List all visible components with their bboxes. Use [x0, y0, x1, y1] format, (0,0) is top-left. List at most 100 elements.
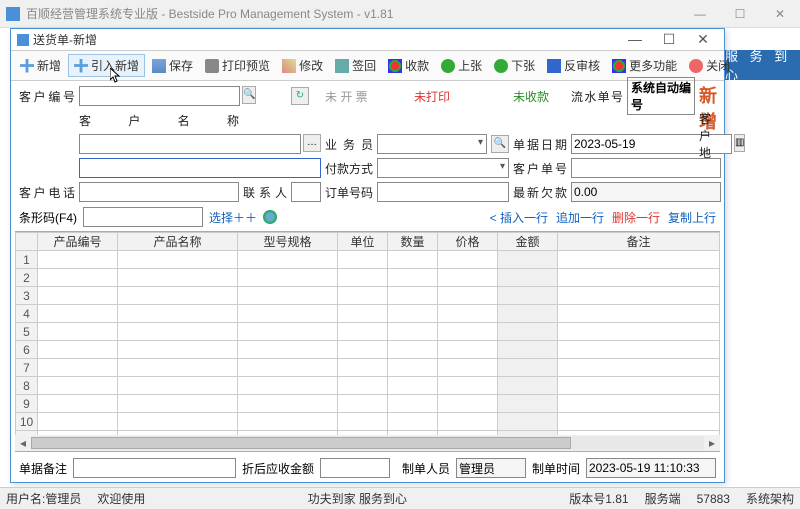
row-number: 10	[16, 413, 38, 431]
close-icon	[689, 59, 703, 73]
scroll-right-icon[interactable]: ▸	[704, 436, 720, 450]
import-icon	[74, 59, 88, 73]
more-button[interactable]: 更多功能	[607, 55, 682, 76]
label-pay-method: 付款方式	[325, 160, 373, 177]
status-user: 用户名:管理员	[6, 490, 81, 507]
cust-tel-input[interactable]	[79, 182, 239, 202]
maker-value	[456, 458, 526, 478]
maketime-value	[586, 458, 716, 478]
pay-method-combo[interactable]	[377, 158, 509, 178]
grid-wrap: 产品编号 产品名称 型号规格 单位 数量 价格 金额 备注 1234567891…	[15, 231, 720, 452]
insert-row-link[interactable]: < 插入一行	[490, 209, 548, 226]
grid-hscrollbar[interactable]: ◂ ▸	[15, 435, 720, 451]
after-disc-input[interactable]	[320, 458, 390, 478]
append-row-link[interactable]: 追加一行	[556, 209, 604, 226]
items-grid[interactable]: 产品编号 产品名称 型号规格 单位 数量 价格 金额 备注 1234567891…	[15, 232, 720, 452]
status-welcome: 欢迎使用	[97, 490, 145, 507]
refresh-button[interactable]: ↻	[291, 87, 309, 105]
salesman-combo[interactable]	[377, 134, 487, 154]
status-port: 57883	[697, 492, 730, 506]
select-products-link[interactable]: 选择＋＋	[209, 209, 257, 226]
col-prod-no[interactable]: 产品编号	[38, 233, 118, 251]
table-row[interactable]: 9	[16, 395, 720, 413]
table-row[interactable]: 8	[16, 377, 720, 395]
window-icon	[17, 34, 29, 46]
pay-button[interactable]: 收款	[383, 55, 434, 76]
col-rownum	[16, 233, 38, 251]
inner-max-button[interactable]: ☐	[654, 31, 684, 48]
scroll-left-icon[interactable]: ◂	[15, 436, 31, 450]
label-latest-owe: 最新欠款	[513, 184, 567, 201]
review-button[interactable]: 反审核	[542, 55, 605, 76]
status-unprinted: 未打印	[377, 88, 487, 105]
row-number: 3	[16, 287, 38, 305]
cust-doc-input[interactable]	[571, 158, 721, 178]
col-price[interactable]: 价格	[438, 233, 498, 251]
row-number: 5	[16, 323, 38, 341]
cust-name-input[interactable]	[79, 134, 301, 154]
save-icon	[152, 59, 166, 73]
label-contact: 联系人	[243, 184, 287, 201]
col-qty[interactable]: 数量	[388, 233, 438, 251]
import-new-button[interactable]: 引入新增	[68, 54, 145, 77]
next-icon	[494, 59, 508, 73]
date-picker-button[interactable]: ▥	[734, 134, 745, 152]
edit-button[interactable]: 修改	[277, 55, 328, 76]
inner-close-button[interactable]: ✕	[688, 31, 718, 48]
cust-no-input[interactable]	[79, 86, 240, 106]
row-number: 6	[16, 341, 38, 359]
prev-button[interactable]: 上张	[436, 55, 487, 76]
row-number: 9	[16, 395, 38, 413]
inner-titlebar: 送货单-新增 — ☐ ✕	[11, 29, 724, 51]
salesman-lookup-button[interactable]: 🔍	[491, 135, 509, 153]
table-row[interactable]: 7	[16, 359, 720, 377]
inner-title: 送货单-新增	[33, 31, 620, 48]
sign-button[interactable]: 签回	[330, 55, 381, 76]
barcode-input[interactable]	[83, 207, 203, 227]
col-amount[interactable]: 金额	[498, 233, 558, 251]
table-row[interactable]: 5	[16, 323, 720, 341]
table-row[interactable]: 2	[16, 269, 720, 287]
label-maker: 制单人员	[402, 460, 450, 477]
remark-input[interactable]	[73, 458, 236, 478]
prev-icon	[441, 59, 455, 73]
table-row[interactable]: 1	[16, 251, 720, 269]
table-row[interactable]: 4	[16, 305, 720, 323]
new-button[interactable]: 新增	[15, 55, 66, 76]
outer-max-button[interactable]: ☐	[726, 7, 754, 21]
contact-input[interactable]	[291, 182, 321, 202]
label-order-no: 订单号码	[325, 184, 373, 201]
footer-form: 单据备注 折后应收金额 制单人员 制单时间	[11, 454, 724, 482]
next-button[interactable]: 下张	[489, 55, 540, 76]
save-button[interactable]: 保存	[147, 55, 198, 76]
outer-close-button[interactable]: ✕	[766, 7, 794, 21]
edit-icon	[282, 59, 296, 73]
label-cust-doc: 客户单号	[513, 160, 567, 177]
globe-icon[interactable]	[263, 210, 277, 224]
label-cust-no: 客户编号	[19, 88, 75, 105]
print-preview-button[interactable]: 打印预览	[200, 55, 275, 76]
table-row[interactable]: 10	[16, 413, 720, 431]
inner-min-button[interactable]: —	[620, 31, 650, 48]
row-number: 1	[16, 251, 38, 269]
copy-row-link[interactable]: 复制上行	[668, 209, 716, 226]
col-prod-name[interactable]: 产品名称	[118, 233, 238, 251]
table-row[interactable]: 3	[16, 287, 720, 305]
status-unpaid: 未收款	[513, 88, 567, 105]
status-arch: 系统架构	[746, 490, 794, 507]
outer-min-button[interactable]: —	[686, 7, 714, 21]
delete-row-link[interactable]: 删除一行	[612, 209, 660, 226]
scroll-thumb[interactable]	[31, 437, 571, 449]
order-no-input[interactable]	[377, 182, 509, 202]
table-row[interactable]: 6	[16, 341, 720, 359]
outer-title: 百顺经营管理系统专业版 - Bestside Pro Management Sy…	[26, 5, 686, 22]
close-button[interactable]: 关闭	[684, 55, 735, 76]
status-version: 版本号1.81	[569, 490, 628, 507]
cust-name-lookup-button[interactable]: …	[303, 134, 321, 152]
label-doc-date: 单据日期	[513, 136, 567, 153]
col-remark[interactable]: 备注	[558, 233, 720, 251]
col-unit[interactable]: 单位	[338, 233, 388, 251]
cust-addr-input[interactable]	[79, 158, 321, 178]
col-spec[interactable]: 型号规格	[238, 233, 338, 251]
cust-no-lookup-button[interactable]: 🔍	[242, 86, 256, 104]
